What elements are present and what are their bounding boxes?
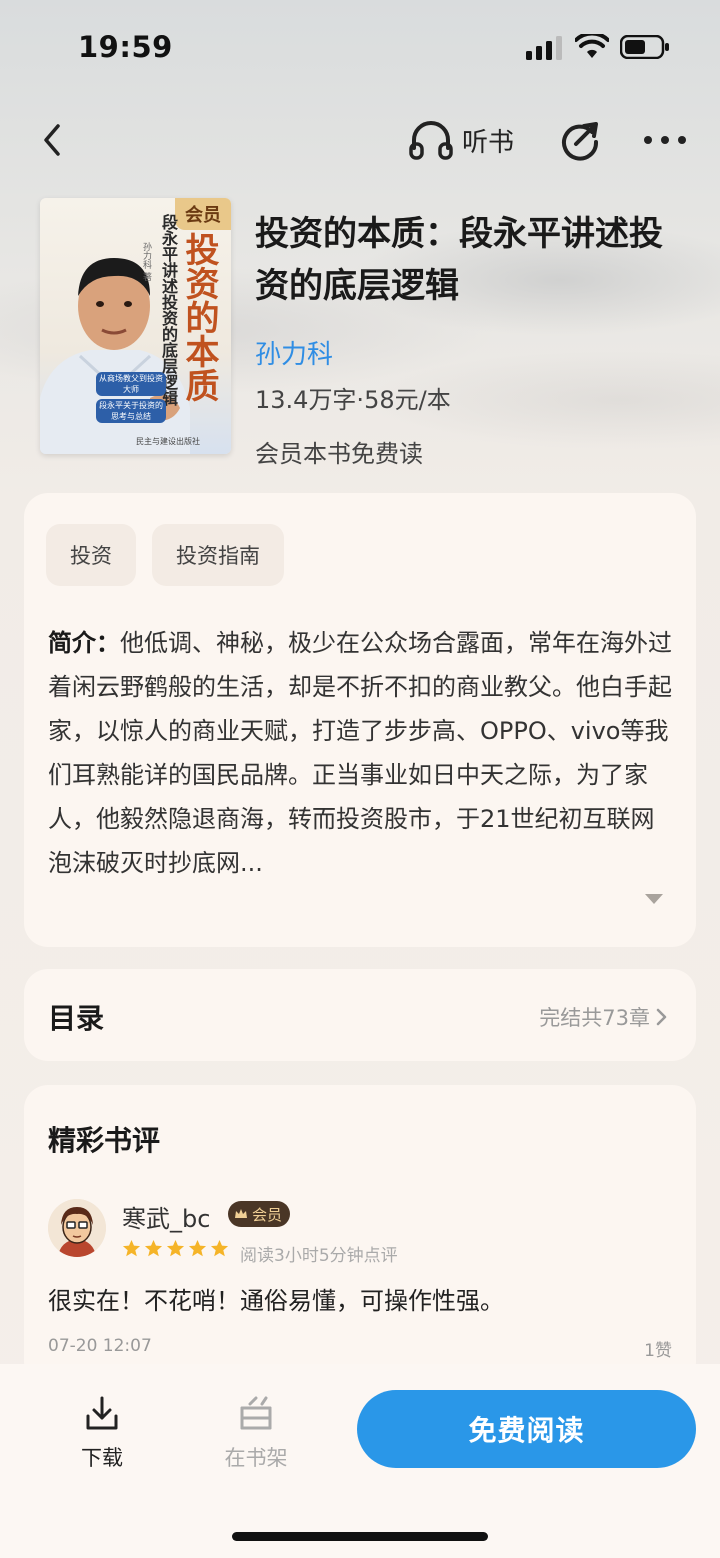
avatar-image bbox=[48, 1199, 106, 1257]
download-button[interactable]: 下载 bbox=[70, 1394, 134, 1474]
bookshelf-button[interactable]: 在书架 bbox=[218, 1394, 294, 1474]
toc-chapter-count: 完结共73章 bbox=[539, 1006, 650, 1030]
intro-prefix: 简介： bbox=[48, 629, 120, 657]
bookshelf-label: 在书架 bbox=[224, 1446, 288, 1470]
reviews-title: 精彩书评 bbox=[48, 1124, 161, 1157]
cover-publisher: 民主与建设出版社 bbox=[136, 437, 200, 446]
tag-list: 投资 投资指南 bbox=[46, 524, 284, 586]
cover-vip-badge: 会员 bbox=[175, 198, 231, 230]
home-indicator bbox=[232, 1532, 488, 1541]
tag-item[interactable]: 投资指南 bbox=[152, 524, 284, 586]
bottom-action-bar: 下载 在书架 免费阅读 bbox=[0, 1364, 720, 1558]
nav-bar: 听书 bbox=[0, 100, 720, 180]
chevron-right-icon bbox=[656, 1008, 667, 1026]
star-rating bbox=[122, 1239, 229, 1258]
star-icon bbox=[166, 1239, 185, 1257]
crown-icon bbox=[235, 1209, 247, 1218]
tag-item[interactable]: 投资 bbox=[46, 524, 136, 586]
expand-arrow-icon[interactable] bbox=[644, 893, 664, 905]
free-read-button[interactable]: 免费阅读 bbox=[357, 1390, 696, 1468]
star-icon bbox=[122, 1239, 141, 1257]
more-icon[interactable] bbox=[640, 118, 690, 162]
star-icon bbox=[188, 1239, 207, 1257]
cover-author: 孙力科 著 bbox=[141, 242, 151, 281]
headphones-icon bbox=[409, 121, 453, 160]
avatar[interactable] bbox=[48, 1199, 106, 1257]
book-title: 投资的本质：段永平讲述投资的底层逻辑 bbox=[255, 214, 663, 306]
signal-icon bbox=[526, 36, 562, 60]
back-icon[interactable] bbox=[34, 118, 74, 162]
wifi-icon bbox=[575, 34, 609, 58]
status-bar: 19:59 bbox=[0, 0, 720, 95]
download-icon bbox=[86, 1396, 118, 1430]
review-date: 07-20 12:07 bbox=[48, 1336, 152, 1356]
status-time: 19:59 bbox=[78, 30, 173, 64]
listen-label: 听书 bbox=[462, 127, 515, 158]
book-cover[interactable]: 会员 投资的本质 段永平讲述投资的底层逻辑 孙力科 著 从商场教父到投资大师 段… bbox=[40, 198, 231, 454]
cover-title: 投资的本质 bbox=[179, 232, 219, 402]
intro-text[interactable]: 简介：他低调、神秘，极少在公众场合露面，常年在海外过着闲云野鹤般的生活，却是不折… bbox=[48, 621, 678, 885]
book-meta: 13.4万字·58元/本 bbox=[255, 386, 451, 414]
star-icon bbox=[144, 1239, 163, 1257]
cover-blurb-line: 从商场教父到投资大师 bbox=[96, 372, 166, 396]
cover-blurb-line: 段永平关于投资的思考与总结 bbox=[96, 399, 166, 423]
vip-badge-label: 会员 bbox=[252, 1205, 283, 1224]
book-free-note: 会员本书免费读 bbox=[255, 440, 423, 468]
review-read-time: 阅读3小时5分钟点评 bbox=[240, 1246, 398, 1266]
review-like-count[interactable]: 1赞 bbox=[644, 1336, 672, 1361]
intro-body: 他低调、神秘，极少在公众场合露面，常年在海外过着闲云野鹤般的生活，却是不折不扣的… bbox=[48, 629, 672, 877]
book-author-link[interactable]: 孙力科 bbox=[255, 334, 333, 371]
toc-title: 目录 bbox=[48, 1002, 105, 1035]
battery-icon bbox=[620, 35, 669, 59]
reviews-card: 精彩书评 寒武_bc 会员 阅读3小时5分钟点评 很实在！不花哨！通俗易懂，可操… bbox=[24, 1085, 696, 1385]
reviewer-name[interactable]: 寒武_bc bbox=[122, 1199, 210, 1234]
review-text[interactable]: 很实在！不花哨！通俗易懂，可操作性强。 bbox=[48, 1281, 504, 1316]
toc-card[interactable]: 目录 完结共73章 bbox=[24, 969, 696, 1061]
cover-blurb: 从商场教父到投资大师 段永平关于投资的思考与总结 bbox=[96, 372, 166, 426]
listen-button[interactable]: 听书 bbox=[408, 118, 514, 162]
bookshelf-icon bbox=[240, 1396, 272, 1430]
intro-card: 投资 投资指南 简介：他低调、神秘，极少在公众场合露面，常年在海外过着闲云野鹤般… bbox=[24, 493, 696, 947]
share-icon[interactable] bbox=[558, 118, 602, 162]
reviewer-vip-badge: 会员 bbox=[228, 1201, 291, 1227]
star-icon bbox=[210, 1239, 229, 1257]
toc-info: 完结共73章 bbox=[539, 1002, 668, 1032]
download-label: 下载 bbox=[81, 1446, 123, 1470]
